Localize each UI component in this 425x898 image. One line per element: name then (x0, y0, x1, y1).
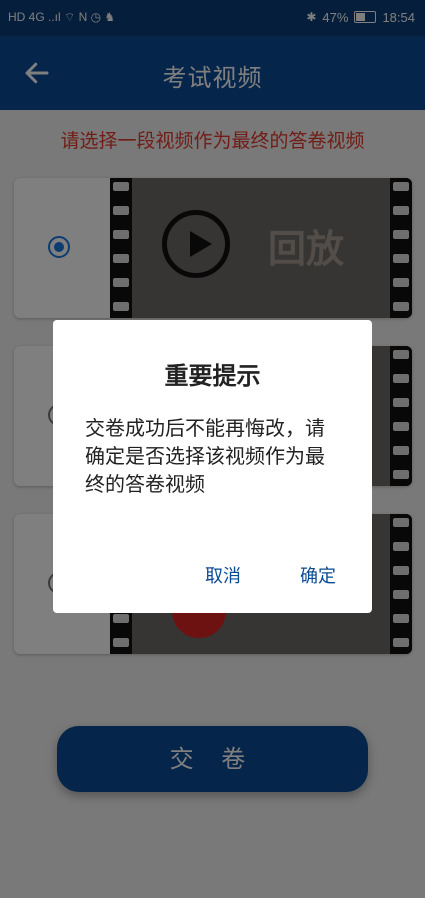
dialog-message: 交卷成功后不能再悔改，请确定是否选择该视频作为最终的答卷视频 (85, 416, 325, 496)
dialog-title: 重要提示 (164, 362, 261, 390)
confirm-dialog: 重要提示 交卷成功后不能再悔改，请确定是否选择该视频作为最终的答卷视频 取消 确… (53, 320, 372, 613)
cancel-button[interactable]: 取消 (205, 562, 241, 588)
confirm-button[interactable]: 确定 (300, 562, 336, 588)
